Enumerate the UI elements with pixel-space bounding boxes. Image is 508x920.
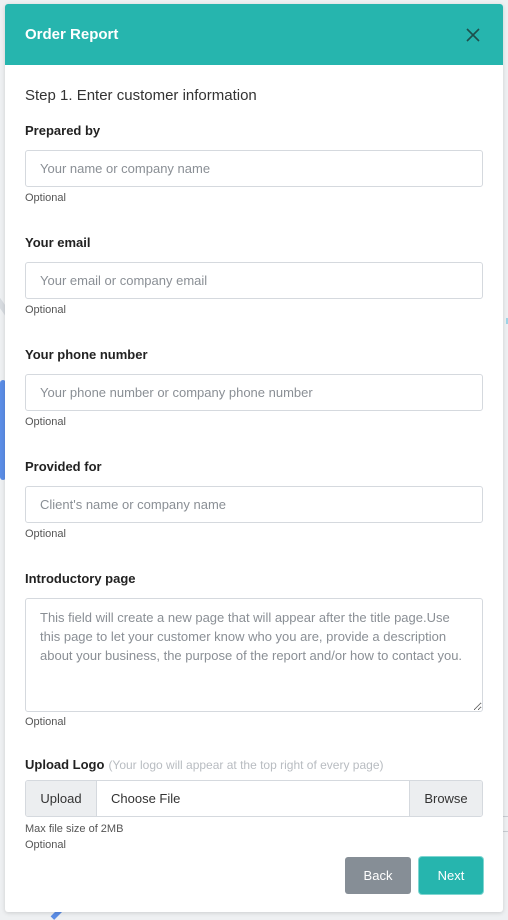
- email-group: Your email Optional: [25, 235, 483, 317]
- prepared-by-label: Prepared by: [25, 123, 101, 138]
- choose-file-field[interactable]: Choose File: [97, 781, 409, 816]
- upload-label-row: Upload Logo (Your logo will appear at th…: [25, 757, 483, 773]
- modal-body: Step 1. Enter customer information Prepa…: [5, 86, 503, 852]
- upload-prefix: Upload: [26, 781, 97, 816]
- next-button[interactable]: Next: [419, 857, 483, 894]
- intro-label: Introductory page: [25, 571, 136, 586]
- browse-button[interactable]: Browse: [409, 781, 482, 816]
- intro-hint: Optional: [25, 716, 66, 728]
- modal-header: Order Report: [5, 4, 503, 65]
- phone-input[interactable]: [25, 374, 483, 411]
- prepared-by-input[interactable]: [25, 150, 483, 187]
- email-hint: Optional: [25, 304, 66, 316]
- intro-group: Introductory page Optional: [25, 571, 483, 729]
- phone-group: Your phone number Optional: [25, 347, 483, 429]
- phone-label: Your phone number: [25, 347, 148, 362]
- step-title: Step 1. Enter customer information: [25, 87, 257, 104]
- file-input-group[interactable]: Upload Choose File Browse: [25, 780, 483, 817]
- upload-group: Upload Logo (Your logo will appear at th…: [25, 757, 483, 852]
- email-input[interactable]: [25, 262, 483, 299]
- intro-textarea[interactable]: [25, 598, 483, 712]
- close-button[interactable]: [463, 25, 483, 45]
- upload-size-hint: Max file size of 2MB: [25, 823, 124, 835]
- prepared-by-group: Prepared by Optional: [25, 123, 483, 205]
- modal-title: Order Report: [25, 26, 119, 43]
- provided-for-label: Provided for: [25, 459, 102, 474]
- email-label: Your email: [25, 235, 91, 250]
- provided-for-hint: Optional: [25, 528, 66, 540]
- provided-for-input[interactable]: [25, 486, 483, 523]
- provided-for-group: Provided for Optional: [25, 459, 483, 541]
- prepared-by-hint: Optional: [25, 192, 66, 204]
- upload-note: (Your logo will appear at the top right …: [108, 758, 384, 772]
- order-report-modal: Order Report Step 1. Enter customer info…: [5, 4, 503, 912]
- phone-hint: Optional: [25, 416, 66, 428]
- upload-label: Upload Logo: [25, 757, 105, 772]
- upload-hint: Optional: [25, 839, 66, 851]
- modal-footer: Back Next: [345, 857, 483, 894]
- close-icon: [466, 27, 480, 42]
- back-button[interactable]: Back: [345, 857, 411, 894]
